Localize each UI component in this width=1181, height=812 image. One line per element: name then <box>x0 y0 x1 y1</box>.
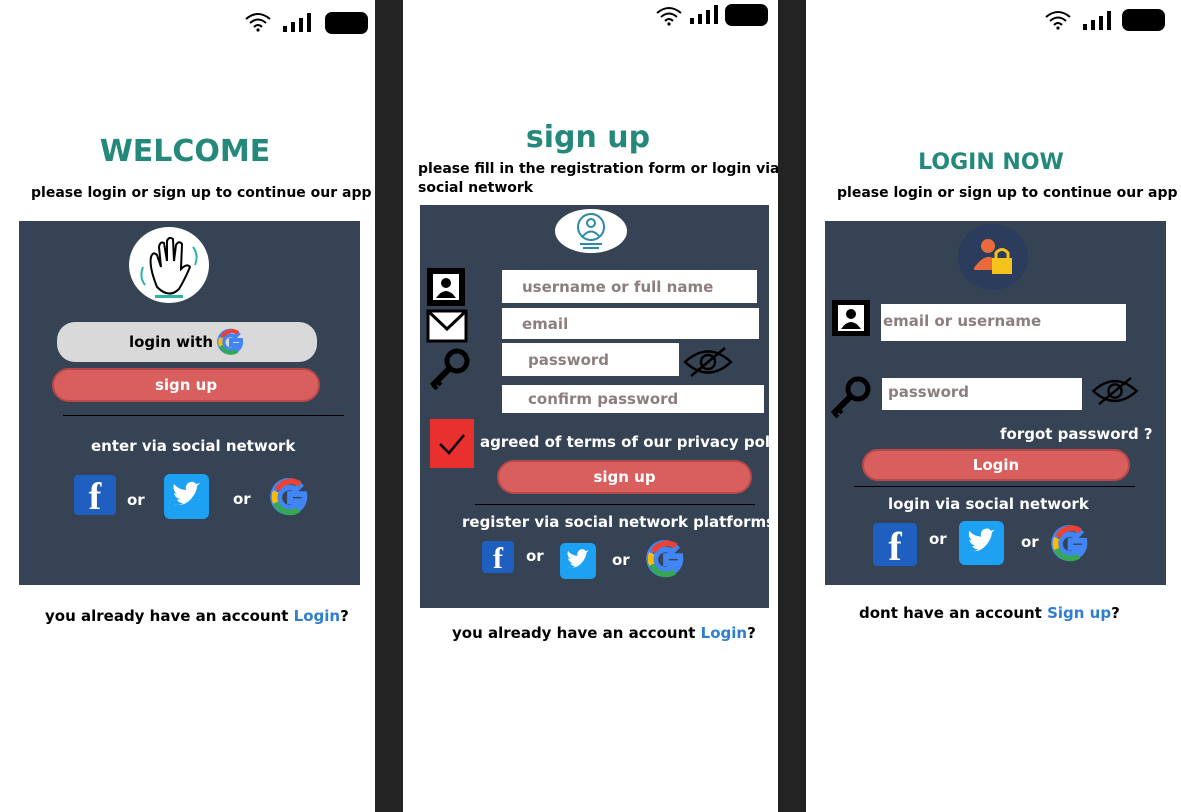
google-icon <box>270 477 308 516</box>
or-label: or <box>127 491 145 509</box>
facebook-icon: f <box>888 524 902 569</box>
battery-icon <box>1122 9 1165 31</box>
page-subtitle: please login or sign up to continue our … <box>31 185 372 201</box>
wifi-icon <box>245 13 271 32</box>
wifi-icon <box>656 7 682 26</box>
footer-text: you already have an account <box>452 624 701 642</box>
wave-hand-avatar <box>129 227 209 303</box>
google-icon <box>1051 524 1088 562</box>
page-title: sign up <box>525 120 651 155</box>
password-field[interactable]: password <box>882 378 1082 410</box>
user-profile-icon <box>577 213 605 249</box>
forgot-password-link[interactable]: forgot password ? <box>1000 425 1153 443</box>
signal-icon <box>690 5 718 24</box>
page-subtitle: please login or sign up to continue our … <box>837 185 1178 201</box>
or-label: or <box>233 490 251 508</box>
register-via-label: register via social network platforms <box>462 513 776 531</box>
footer-question: ? <box>747 624 756 642</box>
confirm-password-field[interactable]: confirm password <box>502 385 764 413</box>
facebook-icon: f <box>88 476 102 518</box>
facebook-icon: f <box>493 542 503 575</box>
footer: you already have an account Login? <box>45 607 349 625</box>
google-button[interactable] <box>646 539 686 579</box>
mail-icon <box>426 309 468 343</box>
user-lock-icon <box>974 239 1012 274</box>
page-title: WELCOME <box>99 134 271 169</box>
login-link[interactable]: Login <box>701 624 747 642</box>
signup-panel: username or full name email password con… <box>420 205 778 608</box>
google-button[interactable] <box>270 477 310 517</box>
user-lock-avatar <box>958 224 1028 290</box>
twitter-button[interactable] <box>959 521 1004 565</box>
screen-divider <box>778 0 806 812</box>
login-screen: LOGIN NOW please login or sign up to con… <box>806 0 1181 812</box>
google-icon <box>646 539 684 578</box>
agree-checkbox[interactable] <box>430 419 474 468</box>
footer-text: you already have an account <box>45 607 294 625</box>
username-field[interactable]: username or full name <box>502 270 757 303</box>
footer-question: ? <box>1111 604 1120 622</box>
password-field[interactable]: password <box>502 343 679 376</box>
page-title: LOGIN NOW <box>918 150 1064 175</box>
twitter-icon <box>567 549 589 568</box>
welcome-panel: login with sign up enter via social netw… <box>19 221 360 585</box>
user-card-icon <box>427 268 465 306</box>
page-subtitle-line1: please fill in the registration form or … <box>418 161 778 177</box>
or-label: or <box>526 547 544 565</box>
key-icon <box>830 376 871 419</box>
facebook-button[interactable]: f <box>74 475 116 518</box>
battery-icon <box>725 4 768 26</box>
eye-off-icon[interactable] <box>1091 375 1139 407</box>
status-bar <box>240 10 370 34</box>
user-avatar <box>555 209 627 253</box>
wave-hand-icon <box>140 236 198 298</box>
or-label: or <box>929 530 947 548</box>
google-icon <box>217 328 244 355</box>
signal-icon <box>1083 11 1111 30</box>
divider-line <box>854 486 1135 487</box>
login-with-label: login with <box>128 333 214 351</box>
login-with-google-button[interactable]: login with <box>57 322 317 362</box>
footer-question: ? <box>340 607 349 625</box>
welcome-screen: WELCOME please login or sign up to conti… <box>0 0 375 812</box>
twitter-button[interactable] <box>560 543 596 579</box>
enter-via-label: enter via social network <box>91 437 296 455</box>
login-panel: email or username password forgot passwo… <box>825 221 1166 585</box>
agree-label: agreed of terms of our privacy policy <box>480 433 778 451</box>
battery-icon <box>325 12 368 34</box>
twitter-icon <box>968 528 995 552</box>
page-subtitle-line2: social network <box>418 180 534 196</box>
sign-up-link[interactable]: Sign up <box>1047 604 1111 622</box>
login-button[interactable]: Login <box>862 449 1130 481</box>
footer: dont have an account Sign up? <box>859 604 1120 622</box>
status-bar <box>653 4 778 28</box>
footer: you already have an account Login? <box>452 624 756 642</box>
sign-up-button[interactable]: sign up <box>497 460 752 494</box>
wifi-icon <box>1045 11 1071 30</box>
user-card-icon <box>832 300 870 336</box>
or-label: or <box>612 551 630 569</box>
or-label: or <box>1021 533 1039 551</box>
eye-off-icon[interactable] <box>683 345 733 379</box>
facebook-button[interactable]: f <box>873 523 917 569</box>
divider-line <box>475 504 755 505</box>
login-via-label: login via social network <box>888 495 1089 513</box>
divider-line <box>63 415 344 416</box>
twitter-icon <box>173 481 200 505</box>
login-link[interactable]: Login <box>294 607 340 625</box>
status-bar <box>1042 8 1172 32</box>
twitter-button[interactable] <box>164 474 209 519</box>
facebook-button[interactable]: f <box>482 541 514 575</box>
signup-screen: sign up please fill in the registration … <box>403 0 778 812</box>
screen-divider <box>375 0 403 812</box>
key-icon <box>429 348 470 391</box>
email-username-field[interactable]: email or username <box>881 304 1126 341</box>
footer-text: dont have an account <box>859 604 1048 622</box>
sign-up-button[interactable]: sign up <box>52 368 320 402</box>
signal-icon <box>283 13 311 32</box>
check-icon <box>439 434 465 455</box>
email-field[interactable]: email <box>502 308 759 339</box>
google-button[interactable] <box>1051 524 1090 563</box>
